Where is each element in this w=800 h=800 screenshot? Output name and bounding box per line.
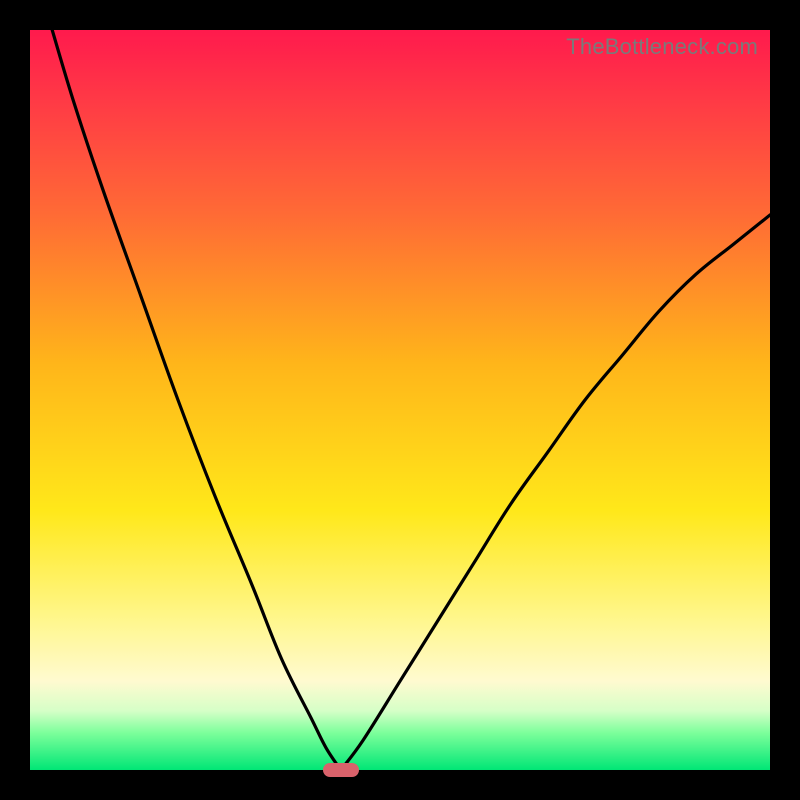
curve-path — [52, 30, 770, 770]
plot-area: TheBottleneck.com — [30, 30, 770, 770]
chart-frame: TheBottleneck.com — [0, 0, 800, 800]
bottleneck-curve — [30, 30, 770, 770]
optimum-marker — [323, 763, 359, 777]
